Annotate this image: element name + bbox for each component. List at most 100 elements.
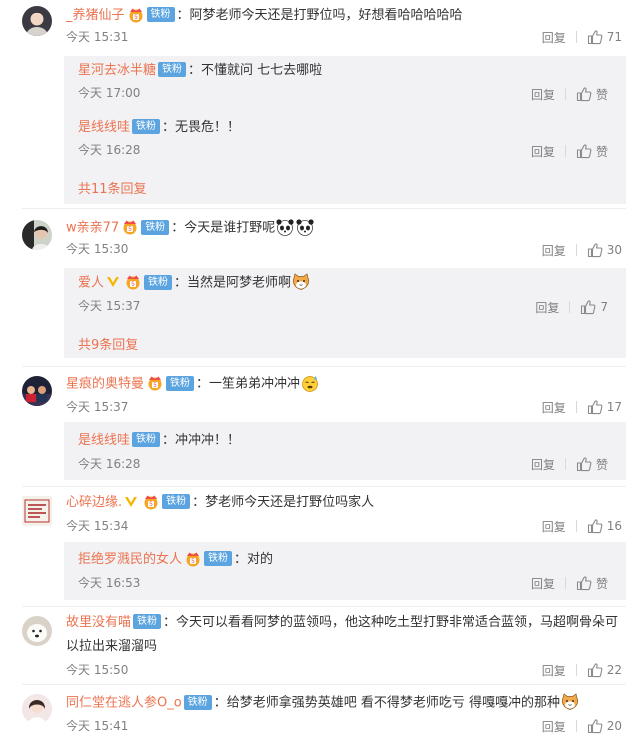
reply-button[interactable]: 回复 — [542, 662, 566, 679]
comment-text: 阿梦老师今天还是打野位吗，好想看哈哈哈哈哈 — [189, 8, 463, 23]
reply-button[interactable]: 回复 — [531, 143, 555, 160]
reply-button[interactable]: 回复 — [531, 86, 555, 103]
comment-item: 星痕的奥特曼 铁粉 ：一笙弟弟冲冲冲 今天 15:37 回复 17 是线线哇 铁粉 ：冲… — [0, 370, 640, 486]
reply-line: 星河去冰半糖 铁粉 ：不懂就问 七七去哪啦 — [78, 62, 323, 78]
divider — [575, 31, 577, 43]
thumb-up-icon — [576, 575, 592, 591]
like-count: 16 — [606, 519, 622, 533]
comment-time: 今天 15:50 — [66, 663, 129, 677]
like-count: 22 — [606, 663, 622, 677]
divider — [569, 301, 571, 313]
reply-button[interactable]: 回复 — [531, 456, 555, 473]
reply-time: 今天 16:53 — [78, 576, 141, 590]
reply-line: 爱人 铁粉 ：当然是阿梦老师啊 — [78, 274, 311, 293]
reply-time: 今天 16:28 — [78, 143, 141, 157]
divider — [564, 458, 566, 470]
reply-button[interactable]: 回复 — [531, 575, 555, 592]
verified-v-icon — [106, 275, 120, 289]
reply-text: 冲冲冲！！ — [175, 433, 241, 448]
like-button[interactable]: 20 — [587, 718, 622, 734]
like-button[interactable]: 16 — [587, 518, 622, 534]
avatar[interactable] — [22, 694, 52, 724]
reply-text: 不懂就问 七七去哪啦 — [201, 63, 323, 78]
avatar[interactable] — [22, 616, 52, 646]
reply-text: 无畏危！！ — [175, 120, 241, 135]
divider — [575, 401, 577, 413]
divider — [22, 366, 626, 367]
divider — [575, 720, 577, 732]
username-link[interactable]: 同仁堂在逃人参O_o — [66, 696, 182, 711]
username-link[interactable]: 故里没有喵 — [66, 615, 131, 630]
member-crown-icon — [121, 219, 139, 235]
reply-button[interactable]: 回复 — [542, 718, 566, 735]
replies-panel: 拒绝罗溅民的女人 铁粉 ：对的 今天 16:53 回复 赞 — [64, 542, 626, 600]
like-count: 7 — [600, 300, 608, 314]
comment-text: 今天可以看看阿梦的蓝领吗，他这种吃土型打野非常适合蓝领，马超啊骨朵可 — [176, 615, 619, 630]
comment-item: 心碎边缘. 铁粉 ：梦老师今天还是打野位吗家人 今天 15:34 回复 16 拒绝罗… — [0, 490, 640, 606]
comment-line: w亲亲77 铁粉 ：今天是谁打野呢 — [66, 219, 315, 238]
like-count: 71 — [606, 30, 622, 44]
fan-badge: 铁粉 — [166, 375, 195, 391]
member-crown-icon — [142, 494, 160, 510]
divider — [22, 208, 626, 209]
reply-time: 今天 17:00 — [78, 86, 141, 100]
avatar[interactable] — [22, 376, 52, 406]
member-crown-icon — [184, 551, 202, 567]
username-link[interactable]: 心碎边缘. — [66, 495, 122, 510]
like-button[interactable]: 71 — [587, 29, 622, 45]
like-button[interactable]: 17 — [587, 399, 622, 415]
thumb-up-icon — [576, 456, 592, 472]
divider — [575, 664, 577, 676]
reply-text: 对的 — [247, 552, 274, 567]
like-button[interactable]: 30 — [587, 242, 622, 258]
comment-time: 今天 15:37 — [66, 400, 129, 414]
username-link[interactable]: 是线线哇 — [78, 120, 130, 135]
comment-time: 今天 15:31 — [66, 30, 129, 44]
avatar[interactable] — [22, 6, 52, 36]
like-label: 赞 — [595, 576, 608, 591]
username-link[interactable]: 星河去冰半糖 — [78, 63, 156, 78]
reply-line: 拒绝罗溅民的女人 铁粉 ：对的 — [78, 551, 274, 567]
reply-button[interactable]: 回复 — [542, 399, 566, 416]
like-button[interactable]: 赞 — [576, 575, 608, 592]
reply-button[interactable]: 回复 — [542, 29, 566, 46]
member-crown-icon — [127, 7, 145, 23]
divider — [564, 145, 566, 157]
comment-time: 今天 15:41 — [66, 719, 129, 733]
avatar[interactable] — [22, 496, 52, 526]
panda-emoji-icon — [275, 218, 295, 236]
reply-button[interactable]: 回复 — [535, 299, 559, 316]
comment-text: 以拉出来溜溜吗 — [66, 639, 158, 654]
username-link[interactable]: w亲亲77 — [66, 221, 119, 236]
thumb-up-icon — [587, 242, 603, 258]
thumb-up-icon — [587, 518, 603, 534]
like-button[interactable]: 赞 — [576, 86, 608, 103]
username-link[interactable]: 是线线哇 — [78, 433, 130, 448]
username-link[interactable]: 爱人 — [78, 276, 104, 291]
comment-line: 星痕的奥特曼 铁粉 ：一笙弟弟冲冲冲 — [66, 375, 320, 394]
fan-badge: 铁粉 — [183, 694, 212, 710]
username-link[interactable]: 拒绝罗溅民的女人 — [78, 552, 182, 567]
reply-button[interactable]: 回复 — [542, 242, 566, 259]
reply-button[interactable]: 回复 — [542, 518, 566, 535]
like-button[interactable]: 7 — [580, 299, 608, 315]
username-link[interactable]: _养猪仙子 — [66, 8, 125, 23]
like-button[interactable]: 22 — [587, 662, 622, 678]
like-count: 17 — [606, 400, 622, 414]
like-button[interactable]: 赞 — [576, 456, 608, 473]
comment-line: 同仁堂在逃人参O_o 铁粉 ：给梦老师拿强势英雄吧 看不得梦老师吃亏 得嘎嘎冲的那种 — [66, 694, 580, 713]
divider — [22, 684, 626, 685]
more-replies-link[interactable]: 共11条回复 — [78, 178, 147, 197]
avatar[interactable] — [22, 220, 52, 250]
replies-panel: 星河去冰半糖 铁粉 ：不懂就问 七七去哪啦 今天 17:00 回复 赞 是线线哇 铁粉… — [64, 56, 626, 204]
replies-panel: 是线线哇 铁粉 ：冲冲冲！！ 今天 16:28 回复 赞 — [64, 422, 626, 480]
panda-emoji-icon — [295, 218, 315, 236]
reply-time: 今天 15:37 — [78, 299, 141, 313]
more-replies-link[interactable]: 共9条回复 — [78, 334, 138, 353]
sweat-emoji-icon — [300, 374, 320, 392]
divider — [22, 606, 626, 607]
replies-panel: 爱人 铁粉 ：当然是阿梦老师啊 今天 15:37 回复 7 共9条回复 — [64, 268, 626, 358]
thumb-up-icon — [587, 662, 603, 678]
username-link[interactable]: 星痕的奥特曼 — [66, 377, 144, 392]
like-button[interactable]: 赞 — [576, 143, 608, 160]
